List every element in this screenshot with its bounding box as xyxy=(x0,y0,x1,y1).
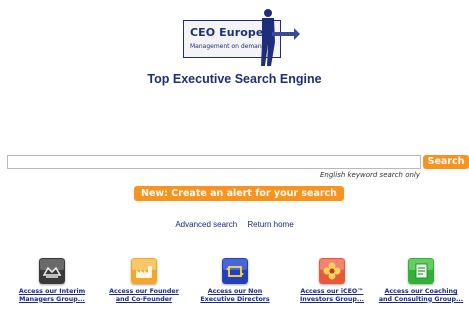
group-caption-line1: Access our Founder xyxy=(109,288,179,295)
group-caption-line1: Access our Interim xyxy=(18,288,86,295)
group-caption-line2: and Consulting Group... xyxy=(378,295,464,303)
interim-managers-group-link[interactable]: Access our Interim Managers Group... xyxy=(6,258,98,303)
non-executive-directors-group-link[interactable]: Access our Non Executive Directors xyxy=(189,258,281,303)
group-caption-line2: Managers Group... xyxy=(19,295,85,303)
iceo-investors-group-link[interactable]: Access our iCEO™ Investors Group... xyxy=(286,258,378,303)
return-home-link[interactable]: Return home xyxy=(247,220,293,229)
group-caption-line2: and Co-Founder xyxy=(115,295,173,303)
page-headline: Top Executive Search Engine xyxy=(147,72,322,86)
coaching-consulting-group-link[interactable]: Access our Coaching and Consulting Group… xyxy=(375,258,467,303)
handshake-icon xyxy=(39,258,65,284)
logo-title: CEO Europe xyxy=(190,26,264,39)
search-button[interactable]: Search xyxy=(423,155,469,169)
logo-subtitle: Management on demand xyxy=(190,43,266,50)
group-caption-line1: Access our iCEO™ xyxy=(300,288,364,295)
founder-group-link[interactable]: Access our Founder and Co-Founder xyxy=(98,258,190,303)
ceo-europe-logo[interactable]: CEO Europe Management on demand xyxy=(180,8,300,66)
group-caption-line1: Access our Non xyxy=(207,288,263,295)
factory-icon xyxy=(131,258,157,284)
flower-icon xyxy=(319,258,345,284)
nav-links: Advanced search Return home xyxy=(0,220,469,229)
exchange-icon xyxy=(222,258,248,284)
document-icon xyxy=(408,258,434,284)
group-caption-line2: Investors Group... xyxy=(299,295,365,303)
advanced-search-link[interactable]: Advanced search xyxy=(175,220,237,229)
search-hint: English keyword search only xyxy=(320,171,420,179)
search-input[interactable] xyxy=(7,155,421,169)
group-caption-line1: Access our Coaching xyxy=(384,288,458,295)
create-alert-button[interactable]: New: Create an alert for your search xyxy=(134,186,344,201)
group-caption-line2: Executive Directors xyxy=(200,295,270,303)
businessman-figure-icon xyxy=(261,9,300,66)
